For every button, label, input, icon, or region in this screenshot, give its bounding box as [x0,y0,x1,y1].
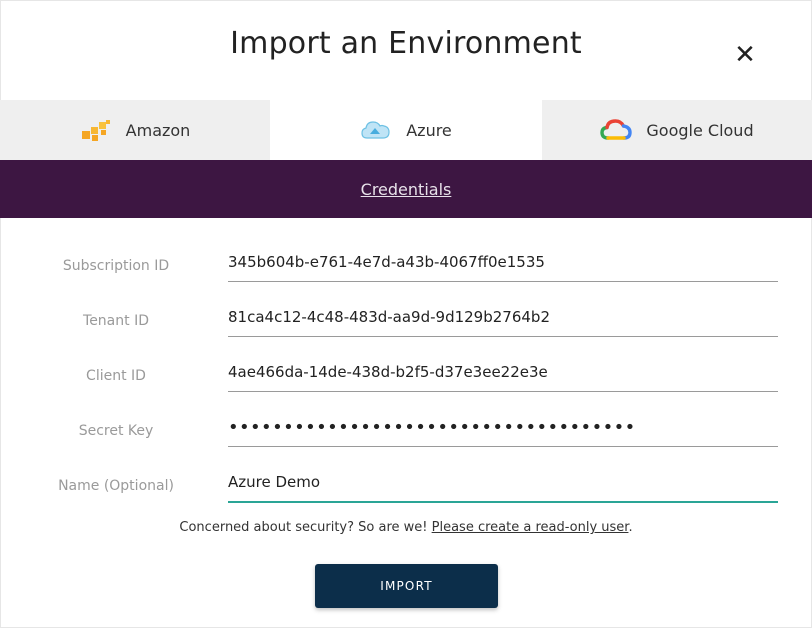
tab-google-cloud-label: Google Cloud [646,120,754,140]
client-id-label: Client ID [86,368,146,384]
azure-cloud-icon [360,118,392,142]
client-id-row: Client ID [0,353,812,408]
aws-icon [80,118,112,142]
name-input[interactable] [228,463,778,503]
tab-google-cloud[interactable]: Google Cloud [542,100,812,160]
tab-amazon[interactable]: Amazon [0,100,270,160]
secret-key-row: Secret Key [0,408,812,463]
tab-amazon-label: Amazon [125,120,191,140]
provider-tabs: Amazon Azure Google Cloud [0,100,812,160]
name-label: Name (Optional) [58,478,174,494]
tenant-id-input[interactable] [228,298,778,337]
dialog-title: Import an Environment [230,26,582,61]
credentials-link[interactable]: Credentials [361,180,452,199]
security-note: Concerned about security? So are we! Ple… [0,520,812,535]
import-environment-dialog: Import an Environment ✕ Amazon Azure Goo… [0,0,812,628]
tab-azure[interactable]: Azure [270,100,542,160]
tab-azure-label: Azure [406,120,452,140]
security-suffix: . [628,520,633,535]
subscription-id-label: Subscription ID [62,258,170,274]
client-id-input[interactable] [228,353,778,392]
credentials-banner: Credentials [0,160,812,218]
name-row: Name (Optional) [0,463,812,518]
tenant-id-row: Tenant ID [0,298,812,353]
import-button[interactable]: IMPORT [315,564,498,608]
subscription-id-input[interactable] [228,243,778,282]
secret-key-label: Secret Key [78,423,154,439]
secret-key-input[interactable] [228,408,778,447]
subscription-id-row: Subscription ID [0,243,812,298]
read-only-user-link[interactable]: Please create a read-only user [432,520,629,535]
tenant-id-label: Tenant ID [83,313,149,329]
google-cloud-icon [600,118,633,142]
close-icon[interactable]: ✕ [734,42,756,68]
security-text: Concerned about security? So are we! [179,520,428,535]
